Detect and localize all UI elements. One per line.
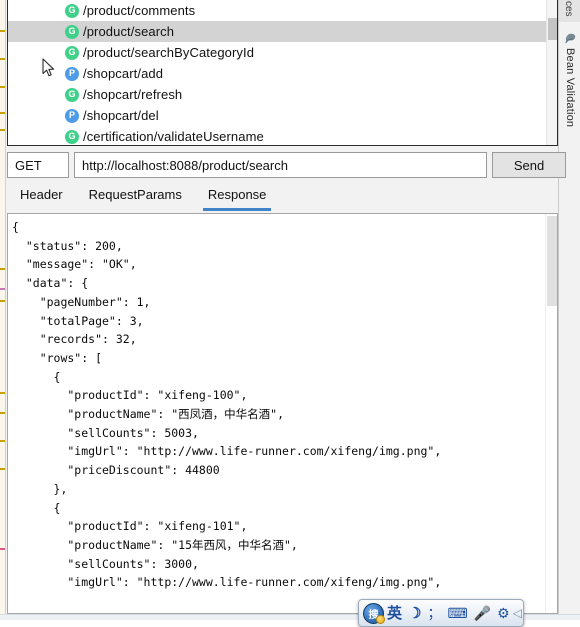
endpoint-path-label: /certification/validateUsername [83,129,264,144]
endpoint-list-panel: G/product/comments G/product/search G/prod… [7,0,558,146]
language-mode-icon[interactable]: 英 [387,606,402,621]
right-strip-partial-tab[interactable]: ces [559,0,580,22]
response-panel: { "status": 200, "message": "OK", "data"… [7,213,558,614]
right-strip-partial-label: ces [563,1,574,17]
app-window: G/product/comments G/product/search G/prod… [0,0,580,627]
http-method-badge: G [65,3,79,18]
endpoint-path-label: /shopcart/refresh [83,87,183,102]
right-tool-strip: ces Bean Validation [558,0,580,620]
endpoint-row[interactable]: G/product/comments [8,0,546,21]
http-method-field[interactable]: GET [7,152,69,178]
editor-marker-tick [0,288,5,290]
endpoint-path-label: /product/searchByCategoryId [83,45,255,60]
ime-toolbar[interactable]: 搜 英 ☽ ； ⌨ 🎤 ⚙ ◁ [358,599,524,627]
tab-requestparams[interactable]: RequestParams [76,184,195,211]
endpoint-row[interactable]: P/shopcart/del [8,105,546,126]
endpoint-list-scrollbar[interactable] [546,0,557,145]
endpoint-rows: G/product/comments G/product/search G/prod… [8,0,546,145]
editor-marker-tick [0,412,5,414]
editor-marker-tick [0,268,5,270]
response-scrollbar[interactable] [545,214,557,613]
bean-validation-tab[interactable]: Bean Validation [559,28,580,130]
endpoint-row[interactable]: G/shopcart/refresh [8,84,546,105]
endpoint-path-label: /shopcart/del [83,108,159,123]
half-full-width-icon[interactable]: ☽ [408,606,421,621]
http-method-badge: P [65,108,79,123]
response-body-area[interactable]: { "status": 200, "message": "OK", "data"… [8,214,545,613]
endpoint-row[interactable]: G/product/search [8,21,546,42]
response-tabs: Header RequestParams Response [7,184,558,212]
endpoint-row[interactable]: G/certification/validateUsername [8,126,546,145]
send-button[interactable]: Send [492,152,566,178]
http-method-badge: G [65,129,79,144]
punctuation-mode-icon[interactable]: ； [427,606,441,620]
tab-label: Response [207,187,267,202]
editor-marker-tick [0,86,5,88]
tab-response[interactable]: Response [195,184,280,211]
scrollbar-thumb[interactable] [548,18,557,40]
endpoint-row[interactable]: P/shopcart/add [8,63,546,84]
editor-marker-tick [0,440,5,442]
editor-marker-tick [0,300,5,302]
soft-keyboard-icon[interactable]: ⌨ [447,606,467,620]
tab-header[interactable]: Header [7,184,76,211]
ime-settings-icon[interactable]: ⚙ [497,606,510,620]
bean-validation-label: Bean Validation [564,48,576,128]
tab-label: Header [20,187,63,202]
tab-active-underline [202,208,272,211]
editor-marker-tick [0,548,5,550]
http-method-badge: G [65,87,79,102]
http-method-badge: P [65,66,79,81]
editor-marker-tick [0,392,5,394]
ime-collapse-icon[interactable]: ◁ [513,606,522,620]
editor-marker-tick [0,30,5,32]
voice-input-icon[interactable]: 🎤 [474,606,491,620]
tab-label: RequestParams [88,187,182,202]
http-method-badge: G [65,45,79,60]
editor-marker-tick [0,112,5,114]
http-method-badge: G [65,24,79,39]
editor-marker-tick [0,468,5,470]
bean-validation-icon [564,33,575,44]
editor-marker-tick [0,129,5,131]
endpoint-row[interactable]: G/product/searchByCategoryId [8,42,546,63]
endpoint-path-label: /product/search [83,24,175,39]
request-bar: GET http://localhost:8088/product/search… [7,152,566,178]
editor-marker-strip[interactable] [0,0,6,620]
response-json-text: { "status": 200, "message": "OK", "data"… [12,220,442,590]
ime-logo-icon[interactable]: 搜 [363,602,385,624]
request-url-input[interactable]: http://localhost:8088/product/search [74,152,487,178]
scrollbar-thumb[interactable] [547,216,557,306]
endpoint-path-label: /product/comments [83,3,196,18]
endpoint-path-label: /shopcart/add [83,66,164,81]
editor-marker-tick [0,58,5,60]
